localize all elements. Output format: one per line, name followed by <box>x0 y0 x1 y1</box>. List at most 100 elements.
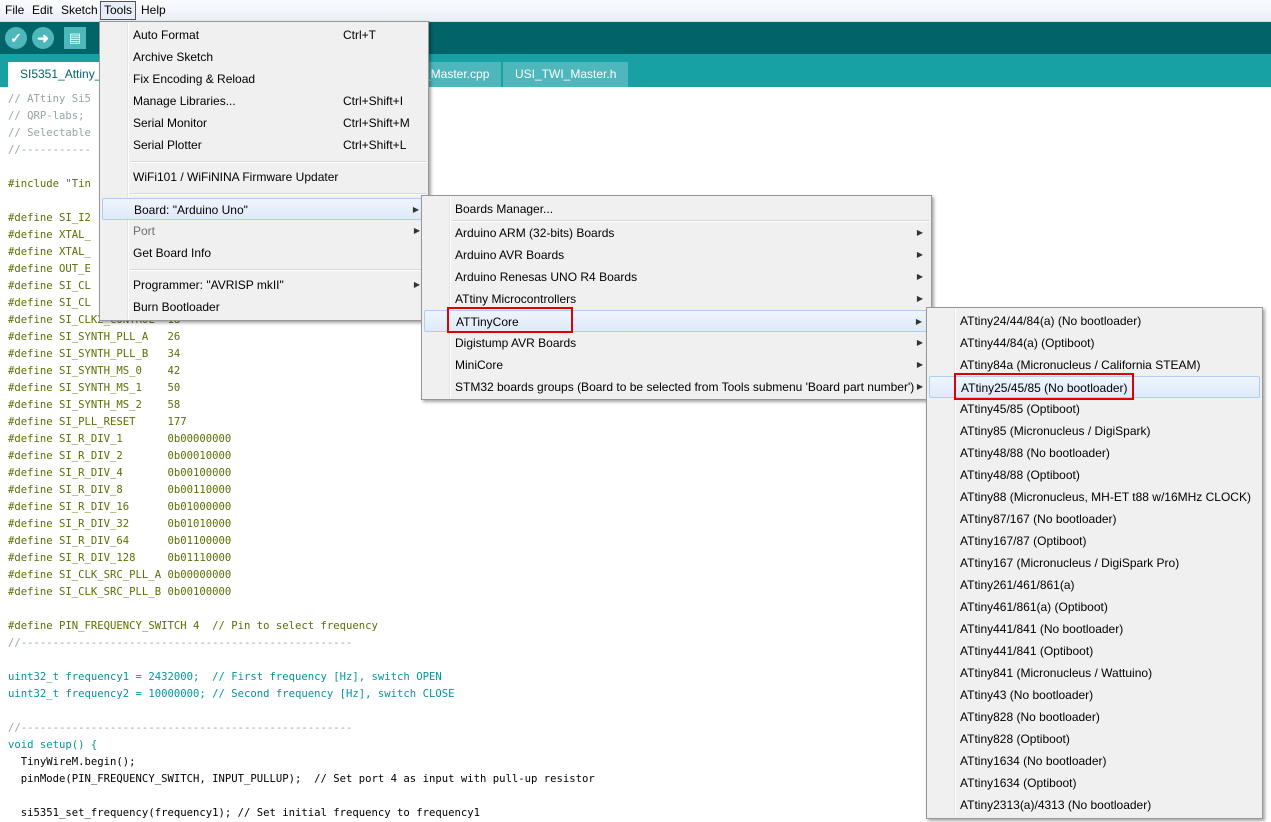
menu-item-burn-bootloader[interactable]: Burn Bootloader <box>102 296 426 318</box>
code-line: void setup() { <box>8 739 98 751</box>
menu-item-label: Fix Encoding & Reload <box>133 72 256 86</box>
upload-button[interactable]: ➜ <box>32 27 54 49</box>
code-line: #define XTAL_ <box>8 246 91 258</box>
shortcut-label: Ctrl+Shift+I <box>343 94 404 108</box>
menu-item-port[interactable]: Port ▶ <box>102 220 426 242</box>
code-line: #define SI_CLK_SRC_PLL_B 0b00100000 <box>8 586 232 598</box>
attinycore-menu-item[interactable]: ATtiny841 (Micronucleus / Wattuino) <box>929 662 1260 684</box>
menu-item-label: Digistump AVR Boards <box>455 336 577 350</box>
board-menu-item[interactable]: STM32 boards groups (Board to be selecte… <box>424 376 929 398</box>
attinycore-menu-item[interactable]: ATtiny87/167 (No bootloader) <box>929 508 1260 530</box>
board-menu-item[interactable]: Arduino ARM (32-bits) Boards ▶ <box>424 222 929 244</box>
code-line: #define SI_CL <box>8 297 91 309</box>
attinycore-menu-item[interactable]: ATtiny167/87 (Optiboot) <box>929 530 1260 552</box>
menu-item-label: Arduino Renesas UNO R4 Boards <box>455 270 638 284</box>
attinycore-menu-item[interactable]: ATtiny461/861(a) (Optiboot) <box>929 596 1260 618</box>
attinycore-menu-item[interactable]: ATtiny261/461/861(a) <box>929 574 1260 596</box>
submenu-arrow-icon: ▶ <box>412 205 419 214</box>
menu-item-auto-format[interactable]: Auto Format Ctrl+T <box>102 24 426 46</box>
code-line: #define SI_SYNTH_MS_0 42 <box>8 365 181 377</box>
attinycore-menu-item[interactable]: ATtiny1634 (No bootloader) <box>929 750 1260 772</box>
menu-item-programmer[interactable]: Programmer: "AVRISP mkII" ▶ <box>102 274 426 296</box>
new-sketch-button[interactable]: ▤ <box>64 27 86 49</box>
code-line: #define SI_R_DIV_16 0b01000000 <box>8 501 232 513</box>
code-line: uint32_t frequency2 = 10000000; // Secon… <box>8 688 455 700</box>
menu-item-fix-encoding[interactable]: Fix Encoding & Reload <box>102 68 426 90</box>
menu-item-serial-plotter[interactable]: Serial Plotter Ctrl+Shift+L <box>102 134 426 156</box>
shortcut-label: Ctrl+T <box>343 28 376 42</box>
code-line: //--------------------------------------… <box>8 722 353 734</box>
code-line: #define SI_R_DIV_4 0b00100000 <box>8 467 232 479</box>
menu-tools[interactable]: Tools <box>100 1 137 20</box>
menu-file[interactable]: File <box>2 2 27 19</box>
attinycore-menu-item[interactable]: ATtiny441/841 (Optiboot) <box>929 640 1260 662</box>
board-menu-item[interactable]: Boards Manager... <box>424 198 929 220</box>
code-line: #define OUT_E <box>8 263 91 275</box>
code-line: // ATtiny Si5 <box>8 93 91 105</box>
code-line: #define SI_R_DIV_2 0b00010000 <box>8 450 232 462</box>
menu-item-label: WiFi101 / WiFiNINA Firmware Updater <box>133 170 339 184</box>
menu-item-label: ATtiny1634 (Optiboot) <box>960 776 1077 790</box>
attinycore-menu-item[interactable]: ATtiny85 (Micronucleus / DigiSpark) <box>929 420 1260 442</box>
attinycore-menu-item[interactable]: ATtiny828 (Optiboot) <box>929 728 1260 750</box>
menu-item-get-board-info[interactable]: Get Board Info <box>102 242 426 264</box>
menu-item-label: ATtiny44/84(a) (Optiboot) <box>960 336 1095 350</box>
menu-item-label: ATtiny2313(a)/4313 (No bootloader) <box>960 798 1152 812</box>
menu-sketch[interactable]: Sketch <box>58 2 101 19</box>
menu-item-label: ATtiny461/861(a) (Optiboot) <box>960 600 1108 614</box>
menu-item-wifi-updater[interactable]: WiFi101 / WiFiNINA Firmware Updater <box>102 166 426 188</box>
menu-item-label: ATtiny48/88 (Optiboot) <box>960 468 1080 482</box>
attinycore-menu-item[interactable]: ATtiny48/88 (No bootloader) <box>929 442 1260 464</box>
menu-item-label: ATtiny43 (No bootloader) <box>960 688 1094 702</box>
code-line: pinMode(PIN_FREQUENCY_SWITCH, INPUT_PULL… <box>8 773 595 785</box>
attinycore-menu-item[interactable]: ATtiny441/841 (No bootloader) <box>929 618 1260 640</box>
attinycore-menu-item[interactable]: ATtiny2313(a)/4313 (No bootloader) <box>929 794 1260 816</box>
submenu-arrow-icon: ▶ <box>916 228 923 237</box>
board-menu-item[interactable]: MiniCore ▶ <box>424 354 929 376</box>
code-line: uint32_t frequency1 = 2432000; // First … <box>8 671 442 683</box>
code-line: #define SI_R_DIV_128 0b01110000 <box>8 552 232 564</box>
menu-item-label: ATtiny441/841 (No bootloader) <box>960 622 1124 636</box>
attinycore-menu-item[interactable]: ATtiny48/88 (Optiboot) <box>929 464 1260 486</box>
submenu-arrow-icon: ▶ <box>916 360 923 369</box>
highlight-box-attiny85 <box>954 373 1134 400</box>
attinycore-menu-item[interactable]: ATtiny44/84(a) (Optiboot) <box>929 332 1260 354</box>
code-line: #define SI_R_DIV_1 0b00000000 <box>8 433 232 445</box>
board-menu-item[interactable]: Digistump AVR Boards ▶ <box>424 332 929 354</box>
code-line: #define SI_SYNTH_MS_1 50 <box>8 382 181 394</box>
arrow-right-icon: ➜ <box>37 30 49 46</box>
tab-usi-twi-master-h[interactable]: USI_TWI_Master.h <box>503 62 629 87</box>
menu-item-label: ATtiny24/44/84(a) (No bootloader) <box>960 314 1142 328</box>
menu-edit[interactable]: Edit <box>29 2 56 19</box>
tab-usi-twi-master-cpp[interactable]: _Master.cpp <box>420 62 502 87</box>
code-line: #define SI_R_DIV_64 0b01100000 <box>8 535 232 547</box>
attinycore-menu-item[interactable]: ATtiny167 (Micronucleus / DigiSpark Pro) <box>929 552 1260 574</box>
menu-item-label: Archive Sketch <box>133 50 214 64</box>
board-menu-item[interactable]: Arduino AVR Boards ▶ <box>424 244 929 266</box>
submenu-arrow-icon: ▶ <box>916 250 923 259</box>
attinycore-menu-item[interactable]: ATtiny45/85 (Optiboot) <box>929 398 1260 420</box>
menu-item-label: Get Board Info <box>133 246 212 260</box>
attinycore-menu-item[interactable]: ATtiny88 (Micronucleus, MH-ET t88 w/16MH… <box>929 486 1260 508</box>
attinycore-menu-item[interactable]: ATtiny24/44/84(a) (No bootloader) <box>929 310 1260 332</box>
code-line: #define SI_CLK_SRC_PLL_A 0b00000000 <box>8 569 232 581</box>
verify-button[interactable]: ✓ <box>5 27 27 49</box>
attinycore-menu-item[interactable]: ATtiny1634 (Optiboot) <box>929 772 1260 794</box>
board-submenu: Boards Manager... Arduino ARM (32-bits) B… <box>421 195 932 400</box>
attinycore-menu-item[interactable]: ATtiny43 (No bootloader) <box>929 684 1260 706</box>
menu-item-board[interactable]: Board: "Arduino Uno" ▶ <box>102 198 426 220</box>
code-line: #define XTAL_ <box>8 229 91 241</box>
menu-item-manage-libraries[interactable]: Manage Libraries... Ctrl+Shift+I <box>102 90 426 112</box>
attinycore-menu-item[interactable]: ATtiny828 (No bootloader) <box>929 706 1260 728</box>
menu-help[interactable]: Help <box>138 2 169 19</box>
board-menu-item[interactable]: Arduino Renesas UNO R4 Boards ▶ <box>424 266 929 288</box>
menu-item-serial-monitor[interactable]: Serial Monitor Ctrl+Shift+M <box>102 112 426 134</box>
menu-item-label: ATtiny167/87 (Optiboot) <box>960 534 1087 548</box>
submenu-arrow-icon: ▶ <box>916 272 923 281</box>
menu-item-label: Serial Monitor <box>133 116 208 130</box>
code-line: #include "Tin <box>8 178 91 190</box>
menu-item-archive-sketch[interactable]: Archive Sketch <box>102 46 426 68</box>
menu-item-label: ATtiny841 (Micronucleus / Wattuino) <box>960 666 1153 680</box>
code-line: #define SI_PLL_RESET 177 <box>8 416 187 428</box>
code-line: #define SI_R_DIV_8 0b00110000 <box>8 484 232 496</box>
